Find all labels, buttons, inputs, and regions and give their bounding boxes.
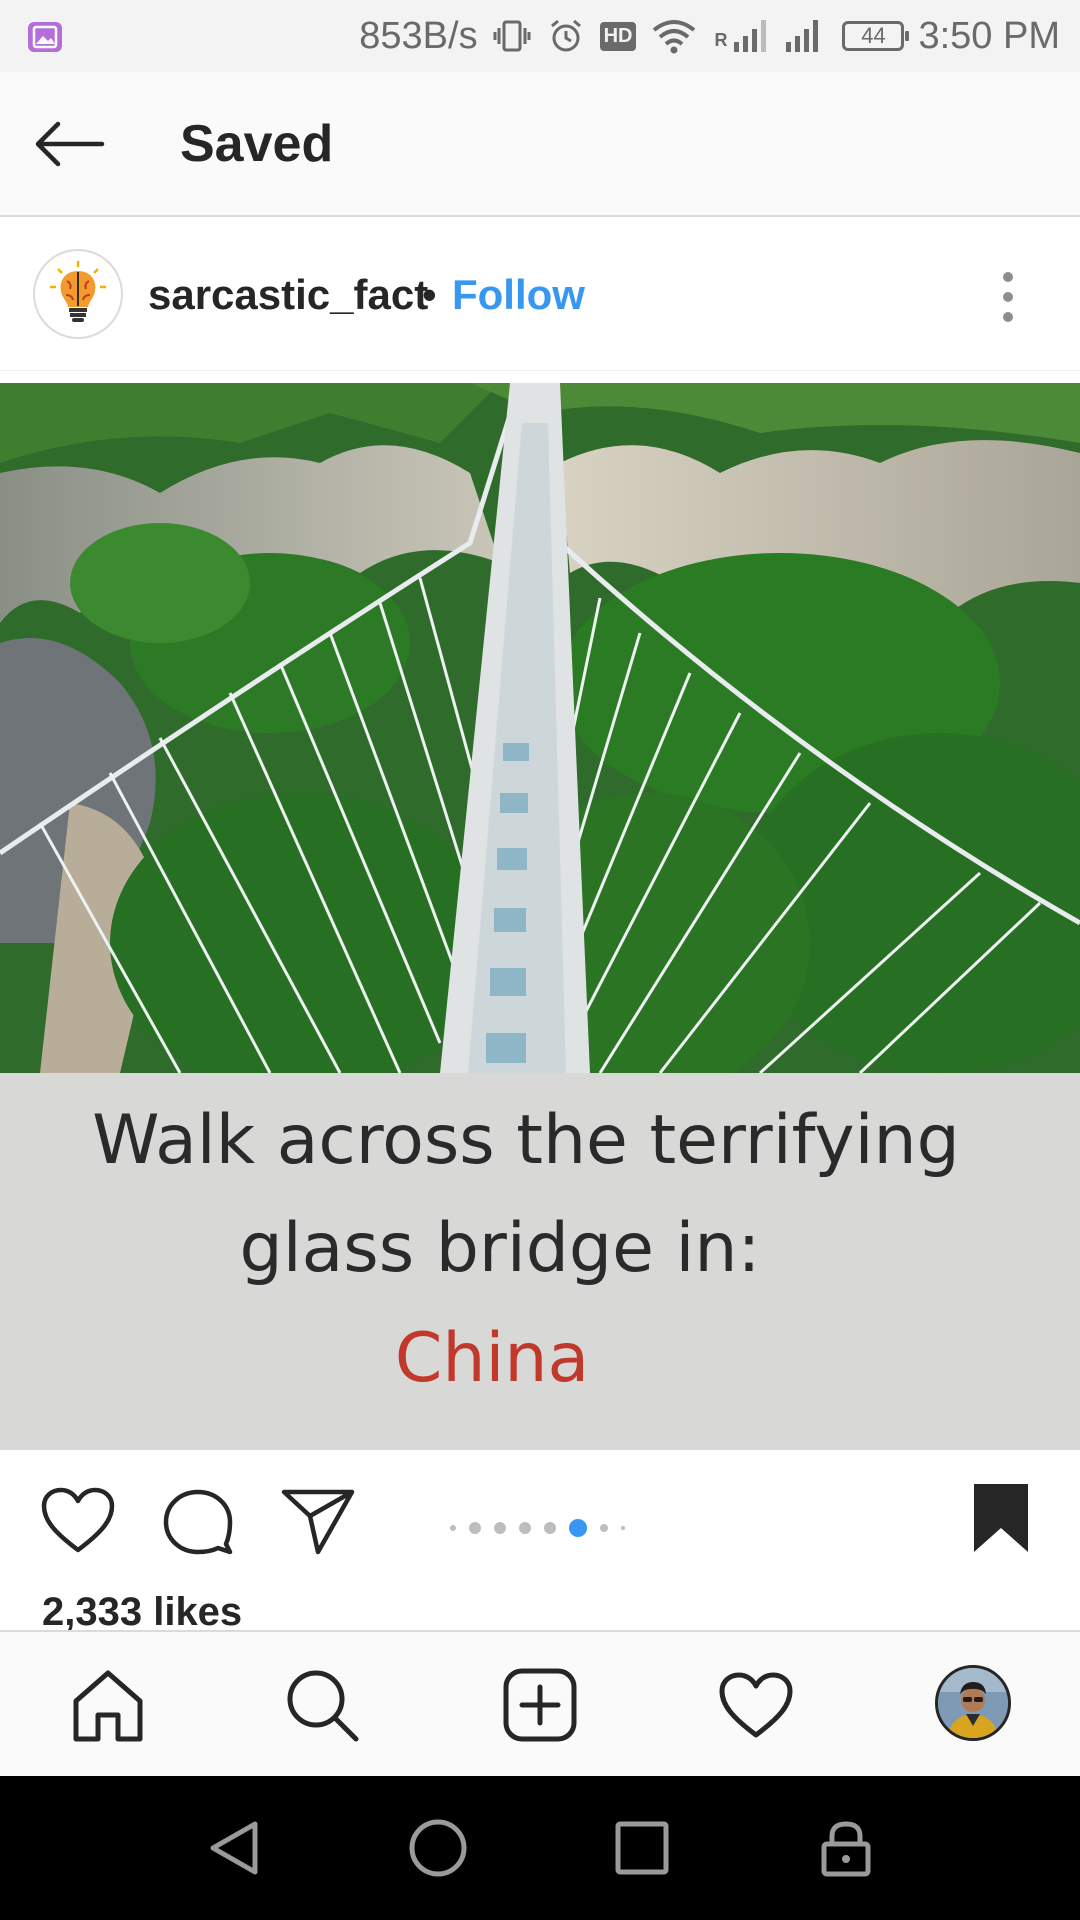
bottom-nav	[0, 1630, 1080, 1776]
system-nav-bar	[0, 1776, 1080, 1920]
post-header: sarcastic_fact • Follow	[0, 219, 1080, 371]
carousel-dot	[450, 1525, 456, 1531]
glass-bridge-photo	[0, 383, 1080, 1073]
post-image[interactable]: Walk across the terrifying glass bridge …	[0, 383, 1080, 1450]
profile-avatar[interactable]	[935, 1665, 1011, 1741]
network-speed: 853B/s	[359, 14, 478, 57]
hd-badge: HD	[599, 21, 637, 51]
battery-icon: 44	[842, 21, 910, 51]
search-icon[interactable]	[282, 1665, 362, 1745]
carousel-indicator	[450, 1518, 625, 1538]
back-triangle-icon[interactable]	[205, 1818, 265, 1883]
share-icon[interactable]	[280, 1486, 356, 1561]
carousel-dot	[494, 1522, 506, 1534]
heart-icon[interactable]	[40, 1486, 116, 1561]
comment-icon[interactable]	[160, 1486, 236, 1561]
likes-count[interactable]: 2,333 likes	[42, 1590, 242, 1635]
follow-button[interactable]: Follow	[452, 271, 585, 319]
caption-line-3: China	[394, 1319, 590, 1398]
alarm-icon	[546, 16, 586, 56]
caption-line-1: Walk across the terrifying	[92, 1101, 960, 1180]
carousel-dot	[600, 1524, 608, 1532]
recents-square-icon[interactable]	[612, 1818, 672, 1883]
post-actions: 2,333 likes	[0, 1450, 1080, 1634]
caption-line-2: glass bridge in:	[239, 1209, 761, 1288]
vibrate-icon	[492, 16, 532, 56]
activity-heart-icon[interactable]	[716, 1665, 796, 1745]
back-arrow-icon[interactable]	[30, 114, 110, 174]
lock-icon[interactable]	[818, 1818, 874, 1883]
page-title: Saved	[180, 115, 334, 173]
clock: 3:50 PM	[918, 14, 1060, 57]
carousel-dot	[519, 1522, 531, 1534]
gallery-icon	[28, 22, 62, 52]
lightbulb-brain-logo	[50, 261, 106, 322]
roaming-label: R	[714, 30, 728, 50]
image-caption-panel: Walk across the terrifying glass bridge …	[0, 1073, 1080, 1450]
signal-icon: R	[712, 16, 768, 56]
carousel-dot	[544, 1522, 556, 1534]
separator-dot: •	[422, 271, 437, 318]
add-post-icon[interactable]	[500, 1665, 580, 1745]
more-options-icon[interactable]	[990, 269, 1026, 325]
signal-icon-2	[782, 16, 828, 56]
author-username[interactable]: sarcastic_fact	[148, 271, 428, 319]
home-icon[interactable]	[68, 1665, 148, 1745]
author-avatar[interactable]	[33, 249, 123, 339]
wifi-icon	[650, 16, 698, 56]
bookmark-filled-icon[interactable]	[972, 1482, 1030, 1559]
status-bar: 853B/s HD R 44 3:50 PM	[0, 0, 1080, 72]
carousel-dot-active	[569, 1519, 587, 1537]
carousel-dot	[621, 1526, 625, 1530]
carousel-dot	[469, 1522, 481, 1534]
home-circle-icon[interactable]	[408, 1818, 468, 1883]
app-bar: Saved	[0, 72, 1080, 217]
